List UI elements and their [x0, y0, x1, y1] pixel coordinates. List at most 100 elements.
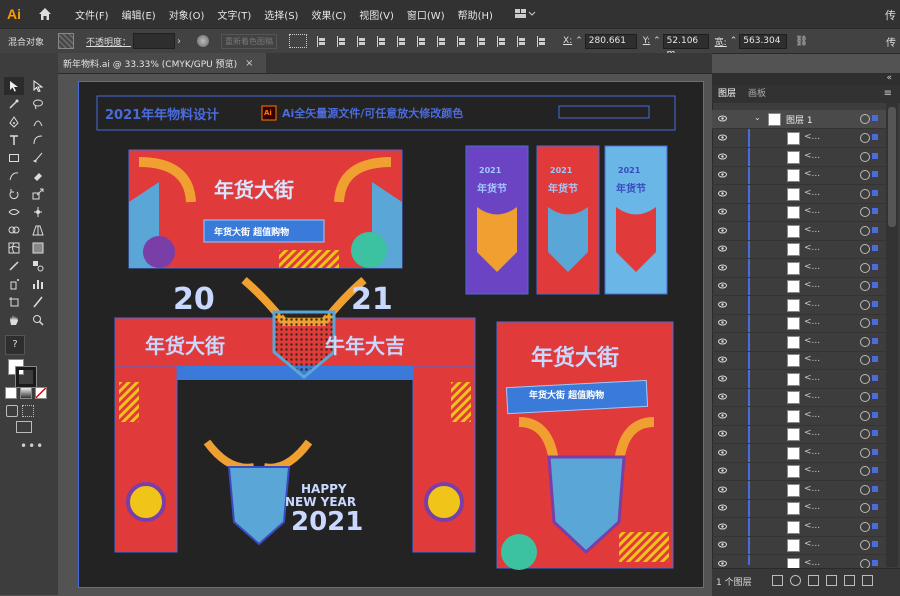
target-icon[interactable]: [860, 392, 870, 402]
new-layer-icon[interactable]: [844, 575, 855, 586]
sublayer-name[interactable]: <...: [804, 521, 820, 531]
delete-layer-icon[interactable]: [862, 575, 873, 586]
artboard[interactable]: 2021年年物料设计 Ai Ai全矢量源文件/可任意放大修改颜色 年货大街 年货…: [78, 81, 704, 588]
sublayer-name[interactable]: <...: [804, 391, 820, 401]
expand-chevron-icon[interactable]: ⌄: [754, 113, 761, 122]
layer-row[interactable]: <...: [712, 462, 886, 481]
menu-file[interactable]: 文件(F): [75, 7, 109, 22]
visibility-eye-icon[interactable]: [718, 134, 727, 141]
visibility-eye-icon[interactable]: [718, 523, 727, 530]
sublayer-name[interactable]: <...: [804, 151, 820, 161]
type-tool-icon[interactable]: [8, 134, 20, 146]
locate-object-icon[interactable]: [790, 575, 801, 586]
sublayer-name[interactable]: <...: [804, 539, 820, 549]
link-icon[interactable]: ⛓: [795, 36, 808, 47]
search-help-text[interactable]: 传: [885, 7, 896, 23]
scale-tool-icon[interactable]: [32, 188, 44, 200]
panel-menu-icon[interactable]: ≡: [884, 88, 892, 99]
sublayer-name[interactable]: <...: [804, 188, 820, 198]
visibility-eye-icon[interactable]: [718, 190, 727, 197]
curvature-tool-icon[interactable]: [32, 116, 44, 128]
target-icon[interactable]: [860, 540, 870, 550]
sublayer-name[interactable]: <...: [804, 502, 820, 512]
clipping-mask-icon[interactable]: [808, 575, 819, 586]
mesh-tool-icon[interactable]: [8, 242, 20, 254]
target-icon[interactable]: [860, 188, 870, 199]
new-sublayer-icon[interactable]: [826, 575, 837, 586]
visibility-eye-icon[interactable]: [718, 264, 727, 271]
target-icon[interactable]: [860, 207, 870, 217]
workspace-switcher-icon[interactable]: [514, 7, 536, 21]
pen-tool-icon[interactable]: [8, 116, 20, 128]
distribute-2-icon[interactable]: [457, 35, 468, 47]
layer-row[interactable]: <...: [712, 259, 886, 278]
layer-row[interactable]: <...: [712, 536, 886, 555]
arc-tool-icon[interactable]: [32, 134, 44, 146]
visibility-eye-icon[interactable]: [718, 282, 727, 289]
sublayer-name[interactable]: <...: [804, 132, 820, 142]
scrollbar-thumb[interactable]: [888, 107, 896, 227]
sublayer-name[interactable]: <...: [804, 206, 820, 216]
slice-tool-icon[interactable]: [32, 296, 44, 308]
align-vcenter-icon[interactable]: [397, 35, 408, 47]
layer-row[interactable]: <...: [712, 240, 886, 259]
tab-artboards[interactable]: 画板: [748, 85, 766, 103]
column-graph-tool-icon[interactable]: [32, 278, 44, 290]
artboard-tool-icon[interactable]: [8, 296, 20, 308]
direct-selection-tool-icon[interactable]: [32, 80, 44, 92]
distribute-4-icon[interactable]: [497, 35, 508, 47]
sublayer-name[interactable]: <...: [804, 465, 820, 475]
draw-normal-icon[interactable]: [6, 405, 18, 417]
align-hcenter-icon[interactable]: [337, 35, 348, 47]
x-input[interactable]: 280.661: [584, 33, 637, 49]
layer-row[interactable]: <...: [712, 129, 886, 148]
visibility-eye-icon[interactable]: [718, 486, 727, 493]
perspective-grid-tool-icon[interactable]: [32, 224, 44, 236]
visibility-eye-icon[interactable]: [718, 208, 727, 215]
layer-row[interactable]: <...: [712, 425, 886, 444]
sublayer-name[interactable]: <...: [804, 243, 820, 253]
edit-toolbar-icon[interactable]: •••: [20, 439, 44, 453]
layer-row[interactable]: <...: [712, 351, 886, 370]
tab-layers[interactable]: 图层: [718, 85, 736, 103]
hand-tool-icon[interactable]: [8, 314, 20, 326]
layer-row[interactable]: <...: [712, 185, 886, 204]
target-icon[interactable]: [860, 281, 870, 291]
sublayer-name[interactable]: <...: [804, 299, 820, 309]
target-icon[interactable]: [860, 484, 870, 495]
recolor-artwork-button[interactable]: 重新着色图稿: [221, 33, 278, 49]
sublayer-name[interactable]: <...: [804, 354, 820, 364]
sublayer-name[interactable]: <...: [804, 373, 820, 383]
opacity-label[interactable]: 不透明度：: [86, 35, 131, 48]
width-tool-icon[interactable]: [8, 206, 20, 218]
y-input[interactable]: 52.106 m: [662, 33, 709, 59]
shape-builder-tool-icon[interactable]: [8, 224, 20, 236]
document-tab[interactable]: 新年物料.ai @ 33.33% (CMYK/GPU 预览) ×: [58, 53, 266, 73]
collapse-panel-icon[interactable]: «: [886, 73, 892, 83]
puppet-warp-tool-icon[interactable]: [32, 206, 44, 218]
target-icon[interactable]: [860, 299, 870, 310]
close-tab-icon[interactable]: ×: [245, 58, 253, 69]
target-icon[interactable]: [860, 151, 870, 162]
menu-view[interactable]: 视图(V): [359, 7, 394, 22]
menu-window[interactable]: 窗口(W): [407, 7, 445, 22]
chevron-right-icon[interactable]: ›: [177, 36, 181, 47]
layer-row[interactable]: <...: [712, 499, 886, 518]
visibility-eye-icon[interactable]: [718, 245, 727, 252]
panel-scrollbar[interactable]: [886, 103, 898, 567]
visibility-eye-icon[interactable]: [718, 393, 727, 400]
menu-select[interactable]: 选择(S): [264, 7, 298, 22]
menu-type[interactable]: 文字(T): [217, 7, 251, 22]
target-icon[interactable]: [860, 373, 870, 384]
home-icon[interactable]: [37, 6, 53, 22]
stroke-swatch[interactable]: [15, 366, 37, 388]
visibility-eye-icon[interactable]: [718, 115, 727, 122]
target-icon[interactable]: [860, 114, 870, 124]
sublayer-name[interactable]: <...: [804, 428, 820, 438]
sublayer-name[interactable]: <...: [804, 558, 820, 568]
help-tool-icon[interactable]: ?: [5, 335, 25, 355]
visibility-eye-icon[interactable]: [718, 338, 727, 345]
layer-row[interactable]: <...: [712, 296, 886, 315]
export-icon[interactable]: [772, 575, 783, 586]
draw-behind-icon[interactable]: [22, 405, 34, 417]
